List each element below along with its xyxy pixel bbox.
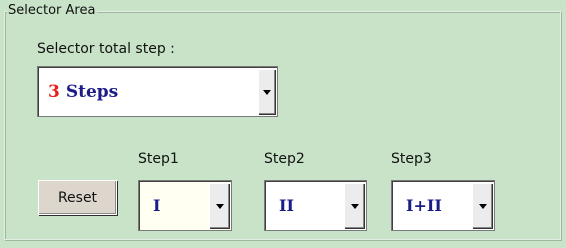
total-step-select[interactable]: 3 Steps <box>37 66 278 117</box>
step2-select[interactable]: II <box>264 180 367 231</box>
group-title: Selector Area <box>7 3 98 18</box>
step2-label: Step2 <box>264 151 305 167</box>
chevron-down-icon <box>215 203 224 209</box>
total-step-count: 3 <box>48 81 60 102</box>
total-step-dropdown-button[interactable] <box>258 69 275 114</box>
step2-dropdown-button[interactable] <box>344 183 364 228</box>
chevron-down-icon <box>478 203 487 209</box>
step1-dropdown-button[interactable] <box>209 183 229 228</box>
reset-button[interactable]: Reset <box>38 180 117 215</box>
step3-label: Step3 <box>391 151 432 167</box>
step3-value: I+II <box>406 196 442 215</box>
step1-value: I <box>153 196 161 215</box>
step3-select[interactable]: I+II <box>391 180 495 231</box>
step3-dropdown-button[interactable] <box>472 183 492 228</box>
chevron-down-icon <box>263 89 271 95</box>
selector-total-step-label: Selector total step : <box>37 41 175 57</box>
step1-label: Step1 <box>138 151 179 167</box>
total-step-value: 3 Steps <box>48 67 118 116</box>
total-step-unit: Steps <box>65 81 119 102</box>
step2-value: II <box>279 196 294 215</box>
chevron-down-icon <box>350 203 359 209</box>
step1-select[interactable]: I <box>138 180 232 231</box>
